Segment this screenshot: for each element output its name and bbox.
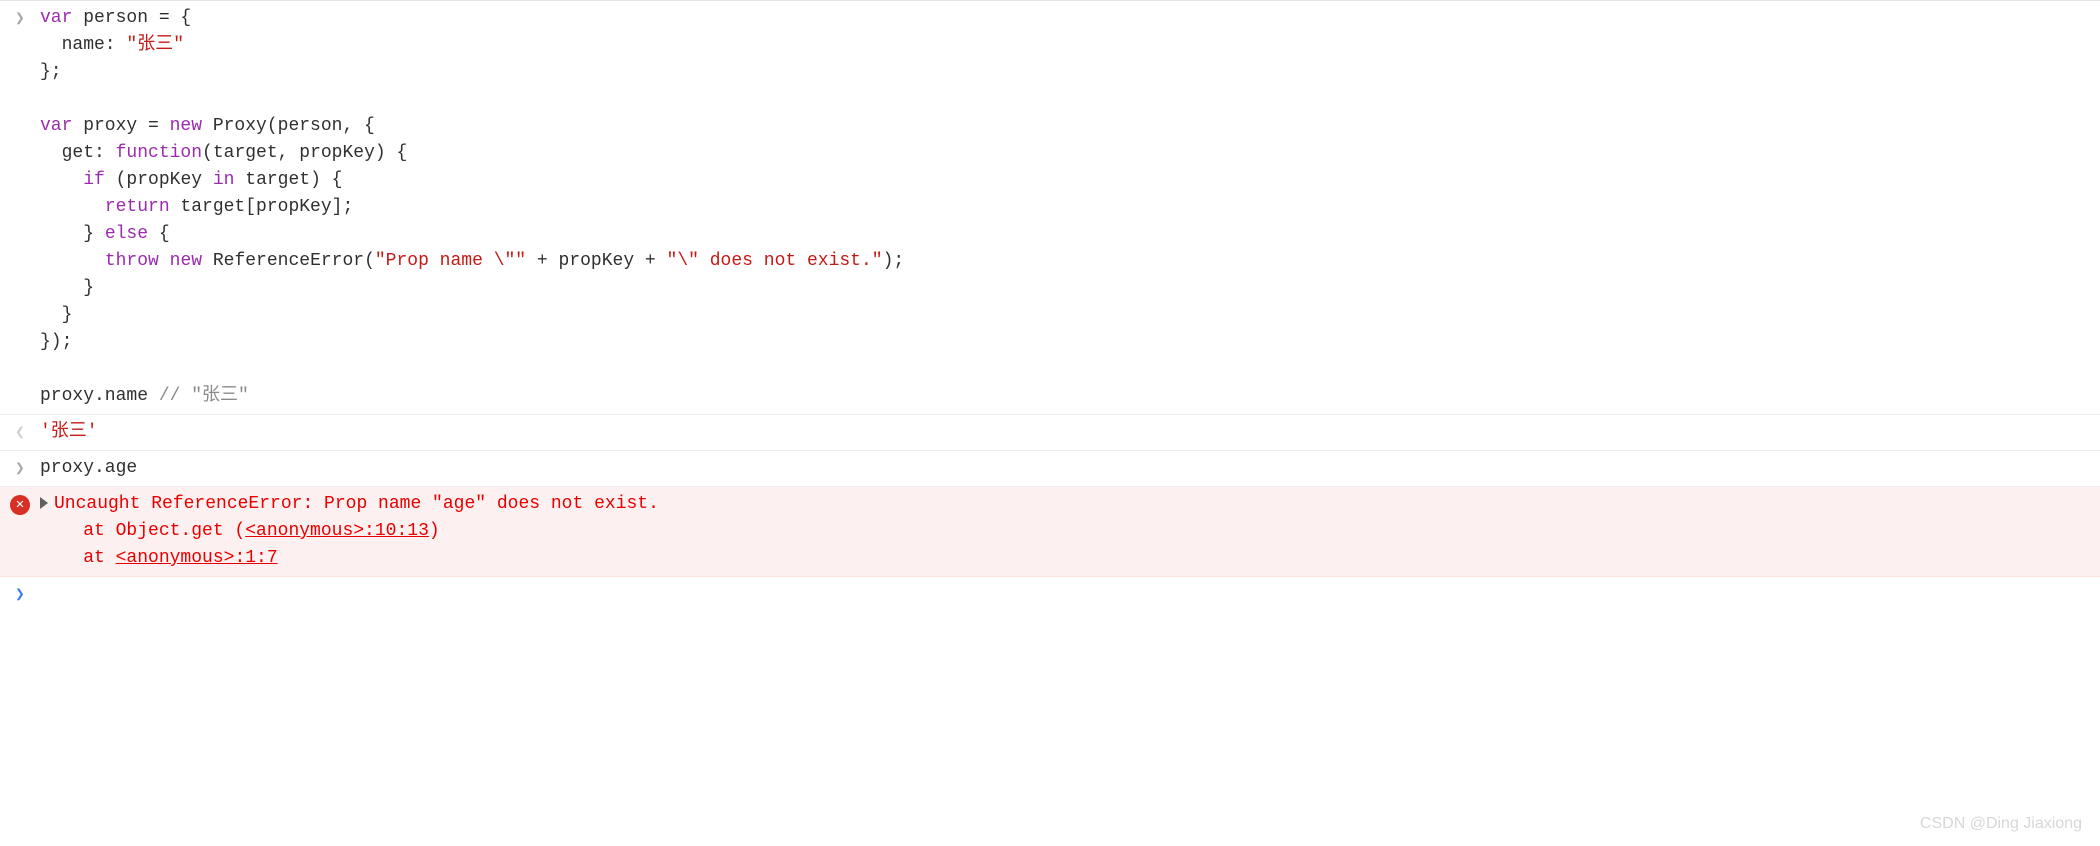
stack-frame: at <anonymous>:1:7 [40,545,2080,572]
chevron-left-icon: ❮ [15,421,25,445]
error-message: Uncaught ReferenceError: Prop name "age"… [54,494,659,514]
code-token: + propKey + [526,251,666,271]
stack-frame: at Object.get (<anonymous>:10:13) [40,518,2080,545]
stack-suffix: ) [429,521,440,541]
console-row-input: ❯ proxy.age [0,451,2100,487]
code-token: "Prop name \"" [375,251,526,271]
code-token: } [40,224,105,244]
code-token: // "张三" [159,386,249,406]
gutter: ❯ [0,5,40,31]
code-token: }; [40,62,62,82]
code-token: var [40,116,72,136]
code-token [40,251,105,271]
console-content: '张三' [40,419,2100,446]
stack-prefix: at Object.get ( [40,521,245,541]
stack-prefix: at [40,548,116,568]
console-row-input: ❯ var person = { name: "张三" }; var proxy … [0,1,2100,415]
console-content: Uncaught ReferenceError: Prop name "age"… [40,491,2100,572]
code-token: function [116,143,202,163]
console-content: var person = { name: "张三" }; var proxy =… [40,5,2100,410]
code-token: person = { [72,8,191,28]
code-token: { [148,224,170,244]
stack-source-link[interactable]: <anonymous>:10:13 [245,521,429,541]
expand-arrow-icon[interactable] [40,497,48,509]
gutter: ❮ [0,419,40,445]
gutter: ✕ [0,491,40,515]
code-token [40,170,83,190]
devtools-console: ❯ var person = { name: "张三" }; var proxy … [0,1,2100,611]
console-row-output: ❮ '张三' [0,415,2100,451]
code-token: name: [40,35,126,55]
code-token: ReferenceError( [202,251,375,271]
code-token: var [40,8,72,28]
code-token: proxy.age [40,458,137,478]
code-token: }); [40,332,72,352]
code-token: new [170,116,202,136]
code-token: "张三" [126,35,184,55]
code-token [159,251,170,271]
code-token: get: [40,143,116,163]
code-token: target) { [234,170,342,190]
gutter: ❯ [0,455,40,481]
gutter: ❯ [0,581,40,607]
code-token: ); [883,251,905,271]
watermark: CSDN @Ding Jiaxiong [1920,812,2082,836]
code-token: (target, propKey) { [202,143,407,163]
chevron-right-icon: ❯ [15,583,25,607]
console-content: proxy.age [40,455,2100,482]
chevron-right-icon: ❯ [15,457,25,481]
code-token: proxy = [72,116,169,136]
code-token: new [170,251,202,271]
code-token: (propKey [105,170,213,190]
code-token: "\" does not exist." [667,251,883,271]
stack-source-link[interactable]: <anonymous>:1:7 [116,548,278,568]
error-icon: ✕ [10,495,30,515]
code-token: Proxy(person, { [202,116,375,136]
code-token: } [40,305,72,325]
code-token: '张三' [40,422,98,442]
code-token [40,197,105,217]
code-token: throw [105,251,159,271]
console-row-error: ✕ Uncaught ReferenceError: Prop name "age… [0,487,2100,577]
code-token: } [40,278,94,298]
code-token: else [105,224,148,244]
error-message-line[interactable]: Uncaught ReferenceError: Prop name "age"… [40,491,2080,518]
console-row-prompt: ❯ [0,577,2100,611]
chevron-right-icon: ❯ [15,7,25,31]
code-token: target[propKey]; [170,197,354,217]
code-token: if [83,170,105,190]
code-token: proxy.name [40,386,159,406]
code-token: return [105,197,170,217]
code-token: in [213,170,235,190]
